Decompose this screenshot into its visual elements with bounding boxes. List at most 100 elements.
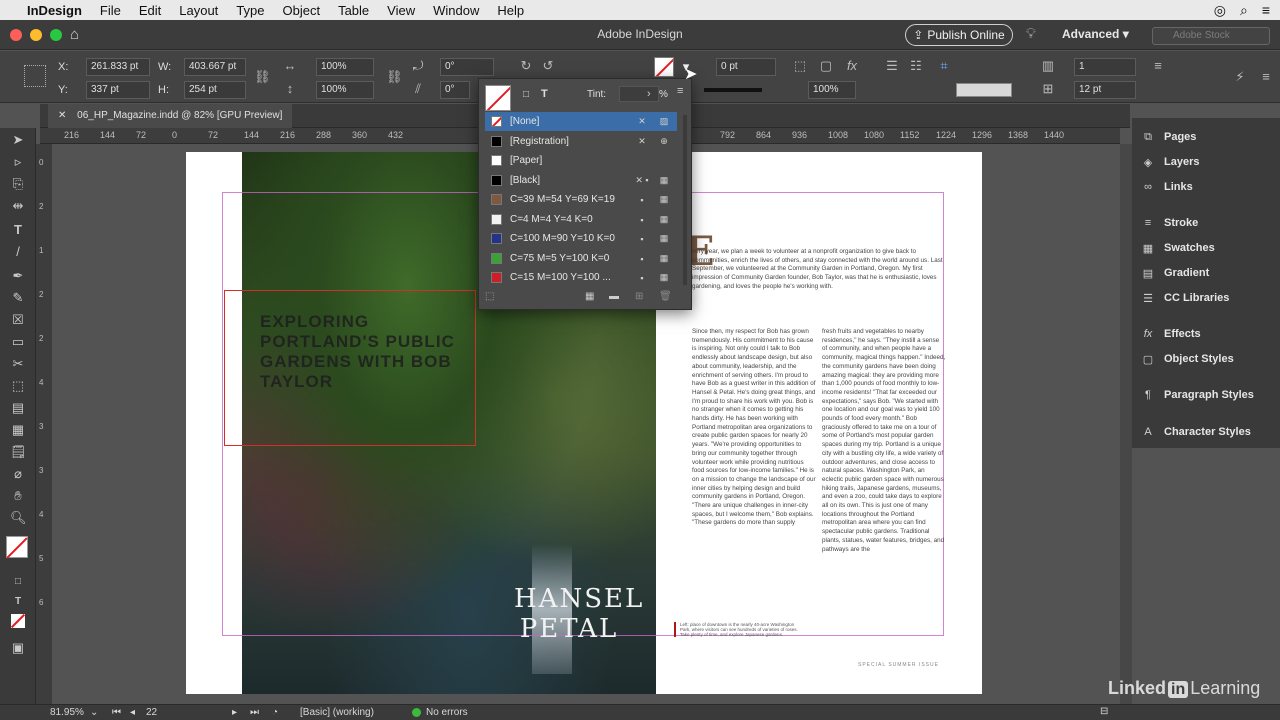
- text-wrap-icon[interactable]: ≡: [1150, 58, 1166, 73]
- panel-stroke[interactable]: ≡ Stroke: [1140, 214, 1198, 232]
- vertical-ruler[interactable]: 0 2 1 2 2 4 3 3 4 5 6: [36, 144, 52, 704]
- next-page-icon[interactable]: ▸: [232, 707, 237, 718]
- menu-help[interactable]: Help: [488, 3, 533, 18]
- page-number[interactable]: 22: [146, 707, 157, 718]
- swatch-row-light-gray[interactable]: C=4 M=4 Y=4 K=0 ▪ ▦: [485, 210, 677, 229]
- reference-point-icon[interactable]: [24, 65, 46, 87]
- columns-field[interactable]: 1: [1074, 58, 1136, 76]
- panel-links[interactable]: ∞ Links: [1140, 178, 1193, 196]
- document-tab[interactable]: ✕ 06_HP_Magazine.indd @ 82% [GPU Preview…: [48, 104, 293, 128]
- preflight-profile[interactable]: [Basic] (working): [300, 707, 374, 718]
- pencil-tool-icon[interactable]: ✎: [10, 290, 26, 306]
- menu-window[interactable]: Window: [424, 3, 488, 18]
- page-tool-icon[interactable]: ⎘: [10, 176, 26, 192]
- fill-swatch-button[interactable]: [654, 57, 674, 77]
- swatch-row-none[interactable]: [None] ✕ ▨: [485, 112, 677, 131]
- rectangle-tool-icon[interactable]: ▭: [10, 334, 26, 350]
- swatch-row-brown[interactable]: C=39 M=54 Y=69 K=19 ▪ ▦: [485, 190, 677, 209]
- rotation-field[interactable]: 0°: [440, 58, 494, 76]
- panel-cc-libraries[interactable]: ☰ CC Libraries: [1140, 289, 1229, 307]
- text-mode-icon[interactable]: T: [541, 88, 548, 100]
- shear-field[interactable]: 0°: [440, 81, 470, 99]
- swatch-row-blue[interactable]: C=100 M=90 Y=10 K=0 ▪ ▦: [485, 229, 677, 248]
- frame-fitting-icon[interactable]: ⬚: [792, 58, 808, 74]
- formatting-text-icon[interactable]: T: [10, 594, 26, 610]
- eyedropper-tool-icon[interactable]: ⌀: [10, 466, 26, 482]
- publish-online-button[interactable]: ⇪ Publish Online: [905, 24, 1013, 46]
- popup-menu-icon[interactable]: ≡: [677, 85, 683, 97]
- fill-stroke-swatch-icon[interactable]: [6, 536, 28, 559]
- stroke-weight-field[interactable]: 0 pt: [716, 58, 776, 76]
- new-swatch-group-icon[interactable]: ▦: [585, 291, 594, 302]
- first-page-icon[interactable]: ⏮: [112, 707, 121, 718]
- errors-status[interactable]: No errors: [426, 707, 468, 718]
- prev-page-icon[interactable]: ◂: [130, 707, 135, 718]
- fill-stroke-proxy-icon[interactable]: [485, 85, 511, 111]
- note-tool-icon[interactable]: 🗒︎: [10, 444, 27, 460]
- lightbulb-icon[interactable]: 💡︎: [1026, 25, 1036, 42]
- hand-tool-icon[interactable]: ✋︎: [10, 488, 26, 504]
- menu-table[interactable]: Table: [329, 3, 378, 18]
- swatch-row-red[interactable]: C=15 M=100 Y=100 ... ▪ ▦: [485, 268, 677, 287]
- y-position-field[interactable]: 337 pt: [86, 81, 150, 99]
- menu-view[interactable]: View: [378, 3, 424, 18]
- pen-tool-icon[interactable]: ✒: [10, 268, 26, 284]
- swatch-list-scrollbar[interactable]: [683, 115, 687, 285]
- scale-x-field[interactable]: 100%: [316, 58, 374, 76]
- x-position-field[interactable]: 261.833 pt: [86, 58, 150, 76]
- trash-icon[interactable]: 🗑︎: [659, 291, 672, 302]
- menu-app[interactable]: InDesign: [18, 3, 91, 18]
- rectangle-frame-tool-icon[interactable]: ☒: [10, 312, 26, 328]
- width-field[interactable]: 403.667 pt: [184, 58, 246, 76]
- panel-effects[interactable]: fx Effects: [1140, 325, 1201, 343]
- distribute-icon[interactable]: ⌗: [936, 58, 952, 74]
- height-field[interactable]: 254 pt: [184, 81, 246, 99]
- container-mode-icon[interactable]: □: [523, 89, 529, 100]
- menu-type[interactable]: Type: [227, 3, 273, 18]
- close-tab-icon[interactable]: ✕: [58, 110, 66, 121]
- spotlight-search-icon[interactable]: ⌕: [1240, 2, 1248, 19]
- line-tool-icon[interactable]: /: [10, 244, 26, 260]
- swatch-row-black[interactable]: [Black] ✕ ▪ ▦: [485, 171, 677, 190]
- zoom-dropdown-icon[interactable]: ⌄: [90, 707, 98, 718]
- gradient-feather-tool-icon[interactable]: ▦: [10, 422, 26, 438]
- effects-fx-icon[interactable]: fx: [844, 58, 860, 73]
- menu-object[interactable]: Object: [274, 3, 330, 18]
- panel-layers[interactable]: ◈ Layers: [1140, 153, 1200, 171]
- new-swatch-icon[interactable]: ⊞: [635, 291, 643, 302]
- zoom-tool-icon[interactable]: 🔍︎: [10, 510, 27, 526]
- tint-chevron-icon[interactable]: ›: [647, 88, 651, 100]
- gap-tool-icon[interactable]: ⇹: [10, 198, 26, 214]
- style-swatch[interactable]: [956, 83, 1012, 97]
- panel-swatches[interactable]: ▦ Swatches: [1140, 239, 1215, 257]
- folder-icon[interactable]: ▬: [609, 291, 619, 302]
- swatch-row-registration[interactable]: [Registration] ✕ ⊕: [485, 132, 677, 151]
- last-page-icon[interactable]: ⏭: [250, 707, 259, 718]
- tint-field[interactable]: [619, 86, 659, 102]
- apply-none-icon[interactable]: [10, 613, 26, 629]
- rotate-cw-icon[interactable]: ↻: [518, 58, 534, 74]
- stroke-type-line[interactable]: [704, 88, 762, 100]
- direct-selection-tool-icon[interactable]: ▹: [10, 154, 26, 170]
- menu-layout[interactable]: Layout: [170, 3, 227, 18]
- menu-file[interactable]: File: [91, 3, 130, 18]
- swatch-row-green[interactable]: C=75 M=5 Y=100 K=0 ▪ ▦: [485, 249, 677, 268]
- align-center-icon[interactable]: ☷: [908, 58, 924, 74]
- opacity-field[interactable]: 100%: [808, 81, 856, 99]
- swatch-row-paper[interactable]: [Paper]: [485, 151, 677, 170]
- gradient-swatch-tool-icon[interactable]: ▤: [10, 400, 26, 416]
- panel-character-styles[interactable]: A Character Styles: [1140, 423, 1251, 441]
- split-view-icon[interactable]: ⊟: [1100, 706, 1108, 717]
- menu-edit[interactable]: Edit: [130, 3, 170, 18]
- lightning-icon[interactable]: ⚡︎: [1232, 69, 1248, 85]
- vertical-scrollbar[interactable]: [1120, 144, 1132, 704]
- swatch-options-icon[interactable]: ⬚: [485, 291, 494, 302]
- formatting-container-icon[interactable]: □: [10, 574, 26, 590]
- zoom-level[interactable]: 81.95%: [50, 707, 84, 718]
- free-transform-tool-icon[interactable]: ⬚: [10, 378, 26, 394]
- adobe-stock-search-input[interactable]: Adobe Stock: [1152, 27, 1270, 45]
- type-tool-icon[interactable]: T: [10, 222, 26, 238]
- rotate-ccw-icon[interactable]: ↺: [540, 58, 556, 74]
- panel-pages[interactable]: ⧉ Pages: [1140, 128, 1196, 146]
- workspace-switcher[interactable]: Advanced ▾: [1062, 27, 1129, 41]
